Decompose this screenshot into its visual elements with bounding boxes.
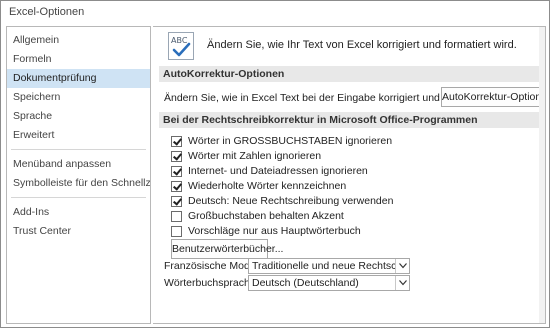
window-title: Excel-Optionen [9,6,85,18]
option-ignore-uppercase[interactable]: Wörter in GROSSBUCHSTABEN ignorieren [171,134,392,148]
title-bar: Excel-Optionen [1,1,549,23]
option-label: Wörter in GROSSBUCHSTABEN ignorieren [188,135,393,147]
chevron-down-icon[interactable] [395,276,409,290]
excel-options-window: Excel-Optionen Allgemein Formeln Dokumen… [0,0,550,328]
chevron-down-icon[interactable] [395,259,409,273]
checkbox[interactable] [171,135,182,147]
sidebar-item-add-ins[interactable]: Add-Ins [7,203,150,222]
sidebar-item-trust-center[interactable]: Trust Center [7,222,150,241]
options-content: ABC Ändern Sie, wie Ihr Text von Excel k… [153,26,546,324]
french-modes-label: Französische Modi: [164,260,256,272]
option-label: Vorschläge nur aus Hauptwörterbuch [188,225,361,237]
select-value: Deutsch (Deutschland) [252,277,359,289]
sidebar-item-allgemein[interactable]: Allgemein [7,31,150,50]
sidebar-divider [11,149,146,150]
checkbox[interactable] [171,210,182,222]
checkbox[interactable] [171,180,182,192]
option-label: Großbuchstaben behalten Akzent [188,210,344,222]
checkbox[interactable] [171,165,182,177]
dictionary-language-select[interactable]: Deutsch (Deutschland) [248,275,410,291]
option-ignore-internet-addresses[interactable]: Internet- und Dateiadressen ignorieren [171,164,368,178]
checkbox[interactable] [171,195,182,207]
checkbox[interactable] [171,225,182,237]
option-uppercase-accents[interactable]: Großbuchstaben behalten Akzent [171,209,344,223]
autocorrect-options-button[interactable]: AutoKorrektur-Optionen... [441,87,545,107]
options-sidebar: Allgemein Formeln Dokumentprüfung Speich… [6,26,151,324]
option-main-dictionary-only[interactable]: Vorschläge nur aus Hauptwörterbuch [171,224,361,238]
sidebar-item-menueband-anpassen[interactable]: Menüband anpassen [7,155,150,174]
option-label: Wiederholte Wörter kennzeichnen [188,180,347,192]
section-header-autocorrect: AutoKorrektur-Optionen [159,66,542,82]
section-header-spelling: Bei der Rechtschreibkorrektur in Microso… [159,112,542,128]
sidebar-item-erweitert[interactable]: Erweitert [7,126,150,145]
select-value: Traditionelle und neue Rechtschreibung [252,260,409,272]
dictionary-language-label: Wörterbuchsprache: [164,277,259,289]
sidebar-item-formeln[interactable]: Formeln [7,50,150,69]
sidebar-item-sprache[interactable]: Sprache [7,107,150,126]
svg-text:ABC: ABC [171,36,188,45]
sidebar-divider [11,197,146,198]
option-new-spelling-rules[interactable]: Deutsch: Neue Rechtschreibung verwenden [171,194,393,208]
french-modes-select[interactable]: Traditionelle und neue Rechtschreibung [248,258,410,274]
content-scrollbar[interactable] [539,27,545,323]
page-description: Ändern Sie, wie Ihr Text von Excel korri… [207,39,517,51]
sidebar-item-schnellzugriff[interactable]: Symbolleiste für den Schnellzugriff [7,174,150,193]
option-label: Wörter mit Zahlen ignorieren [188,150,322,162]
option-flag-repeated-words[interactable]: Wiederholte Wörter kennzeichnen [171,179,346,193]
option-label: Deutsch: Neue Rechtschreibung verwenden [188,195,394,207]
option-ignore-numbers[interactable]: Wörter mit Zahlen ignorieren [171,149,321,163]
abc-check-icon: ABC [168,32,194,60]
sidebar-item-dokumentpruefung[interactable]: Dokumentprüfung [7,69,150,88]
custom-dictionaries-button[interactable]: Benutzerwörterbücher... [171,239,283,259]
sidebar-item-speichern[interactable]: Speichern [7,88,150,107]
checkbox[interactable] [171,150,182,162]
option-label: Internet- und Dateiadressen ignorieren [188,165,368,177]
